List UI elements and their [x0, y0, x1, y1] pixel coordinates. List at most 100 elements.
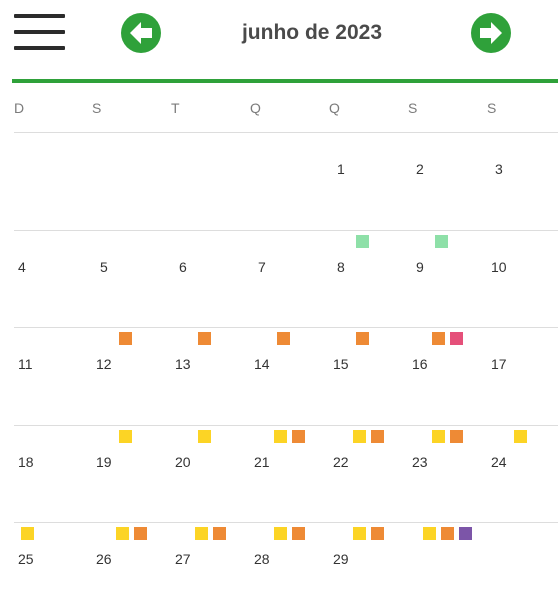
calendar-day-cell[interactable]: 14 [248, 327, 326, 424]
event-markers [434, 235, 448, 248]
calendar-day-cell[interactable]: 23 [406, 425, 484, 522]
day-number: 23 [412, 454, 428, 470]
day-number: 5 [100, 259, 108, 275]
day-number: 14 [254, 356, 270, 372]
calendar-day-cell[interactable]: 3 [485, 132, 558, 229]
event-markers [355, 332, 369, 345]
weekday-saturday: S [487, 100, 497, 116]
event-markers [197, 332, 211, 345]
calendar-day-cell[interactable]: 22 [327, 425, 405, 522]
weekday-tuesday: T [171, 100, 181, 116]
event-marker-orange [118, 332, 132, 345]
calendar-day-cell [169, 132, 247, 229]
calendar-day-cell[interactable]: 4 [12, 230, 90, 327]
event-marker-orange [291, 527, 305, 540]
event-markers [273, 527, 305, 540]
event-marker-green [355, 235, 369, 248]
event-marker-yellow [352, 430, 366, 443]
calendar-day-cell[interactable]: 28 [248, 522, 326, 614]
event-marker-orange [212, 527, 226, 540]
day-number: 29 [333, 551, 349, 567]
calendar-day-cell[interactable]: 24 [485, 425, 558, 522]
calendar-day-cell [248, 132, 326, 229]
event-marker-orange [370, 430, 384, 443]
weekday-wednesday: Q [250, 100, 262, 116]
menu-icon[interactable] [14, 14, 66, 52]
calendar-day-cell[interactable]: 1 [327, 132, 405, 229]
day-number: 12 [96, 356, 112, 372]
calendar-day-cell[interactable]: 10 [485, 230, 558, 327]
event-marker-orange [431, 332, 445, 345]
weekday-friday: S [408, 100, 418, 116]
calendar-day-cell [406, 522, 484, 614]
day-number: 25 [18, 551, 34, 567]
event-marker-yellow [115, 527, 129, 540]
calendar-day-cell[interactable]: 20 [169, 425, 247, 522]
event-marker-orange [197, 332, 211, 345]
event-marker-purple [458, 527, 472, 540]
calendar-day-cell[interactable]: 13 [169, 327, 247, 424]
day-number: 13 [175, 356, 191, 372]
day-number: 2 [416, 161, 424, 177]
calendar-day-cell[interactable]: 26 [90, 522, 168, 614]
event-marker-yellow [197, 430, 211, 443]
weekday-sunday: D [14, 100, 25, 116]
event-marker-orange [370, 527, 384, 540]
calendar-day-cell[interactable]: 12 [90, 327, 168, 424]
calendar-day-cell[interactable]: 15 [327, 327, 405, 424]
event-markers [513, 430, 527, 443]
month-title: junho de 2023 [241, 21, 383, 44]
day-number: 28 [254, 551, 270, 567]
previous-month-button[interactable] [121, 13, 161, 53]
event-marker-yellow [513, 430, 527, 443]
event-markers [276, 332, 290, 345]
day-number: 1 [337, 161, 345, 177]
calendar-day-cell [90, 132, 168, 229]
calendar-day-cell[interactable]: 9 [406, 230, 484, 327]
calendar-day-cell[interactable]: 7 [248, 230, 326, 327]
day-number: 9 [416, 259, 424, 275]
event-markers [352, 527, 384, 540]
event-marker-pink [449, 332, 463, 345]
calendar-day-cell[interactable]: 25 [12, 522, 90, 614]
calendar-day-cell[interactable]: 16 [406, 327, 484, 424]
next-month-button[interactable] [471, 13, 511, 53]
calendar-header: junho de 2023 [0, 0, 558, 80]
day-number: 20 [175, 454, 191, 470]
day-number: 11 [18, 356, 33, 372]
calendar-day-cell[interactable]: 21 [248, 425, 326, 522]
calendar-day-cell[interactable]: 27 [169, 522, 247, 614]
arrow-right-icon [480, 22, 502, 44]
calendar-day-cell[interactable]: 18 [12, 425, 90, 522]
calendar-day-cell [485, 522, 558, 614]
event-marker-orange [440, 527, 454, 540]
day-number: 8 [337, 259, 345, 275]
day-number: 6 [179, 259, 187, 275]
calendar-day-cell[interactable]: 6 [169, 230, 247, 327]
calendar-day-cell[interactable]: 11 [12, 327, 90, 424]
calendar-day-cell[interactable]: 17 [485, 327, 558, 424]
event-markers [273, 430, 305, 443]
event-marker-yellow [422, 527, 436, 540]
event-marker-yellow [118, 430, 132, 443]
event-markers [352, 430, 384, 443]
day-number: 7 [258, 259, 266, 275]
calendar-day-cell[interactable]: 29 [327, 522, 405, 614]
calendar-day-cell[interactable]: 19 [90, 425, 168, 522]
calendar-day-cell[interactable]: 8 [327, 230, 405, 327]
event-marker-green [434, 235, 448, 248]
event-marker-yellow [273, 430, 287, 443]
event-marker-orange [276, 332, 290, 345]
event-markers [355, 235, 369, 248]
calendar-day-cell[interactable]: 5 [90, 230, 168, 327]
event-markers [194, 527, 226, 540]
day-number: 17 [491, 356, 507, 372]
weekday-monday: S [92, 100, 102, 116]
day-number: 18 [18, 454, 34, 470]
calendar-day-cell [12, 132, 90, 229]
event-marker-yellow [21, 527, 34, 540]
event-markers [431, 332, 463, 345]
day-number: 27 [175, 551, 191, 567]
arrow-left-icon [130, 22, 152, 44]
calendar-day-cell[interactable]: 2 [406, 132, 484, 229]
